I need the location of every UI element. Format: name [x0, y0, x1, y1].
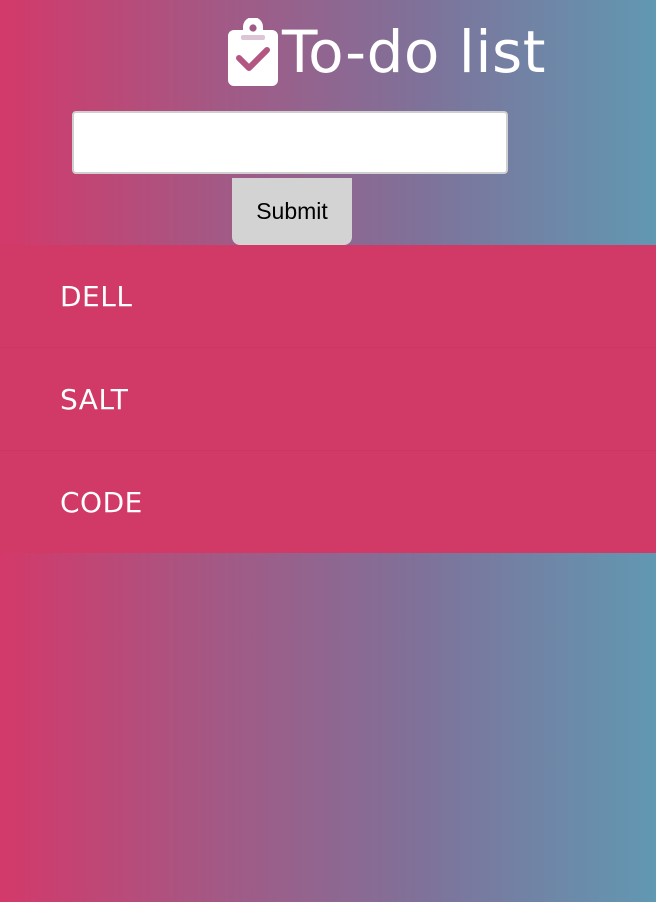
todo-input[interactable]	[72, 111, 508, 174]
submit-button[interactable]: Submit	[232, 178, 352, 245]
page-title: To-do list	[282, 18, 546, 86]
todo-item[interactable]: DELL	[0, 245, 656, 348]
app-header: To-do list	[228, 18, 546, 86]
todo-item[interactable]: CODE	[0, 451, 656, 553]
todo-item[interactable]: SALT	[0, 348, 656, 451]
todo-list: DELL SALT CODE	[0, 245, 656, 553]
clipboard-check-icon	[228, 18, 278, 86]
